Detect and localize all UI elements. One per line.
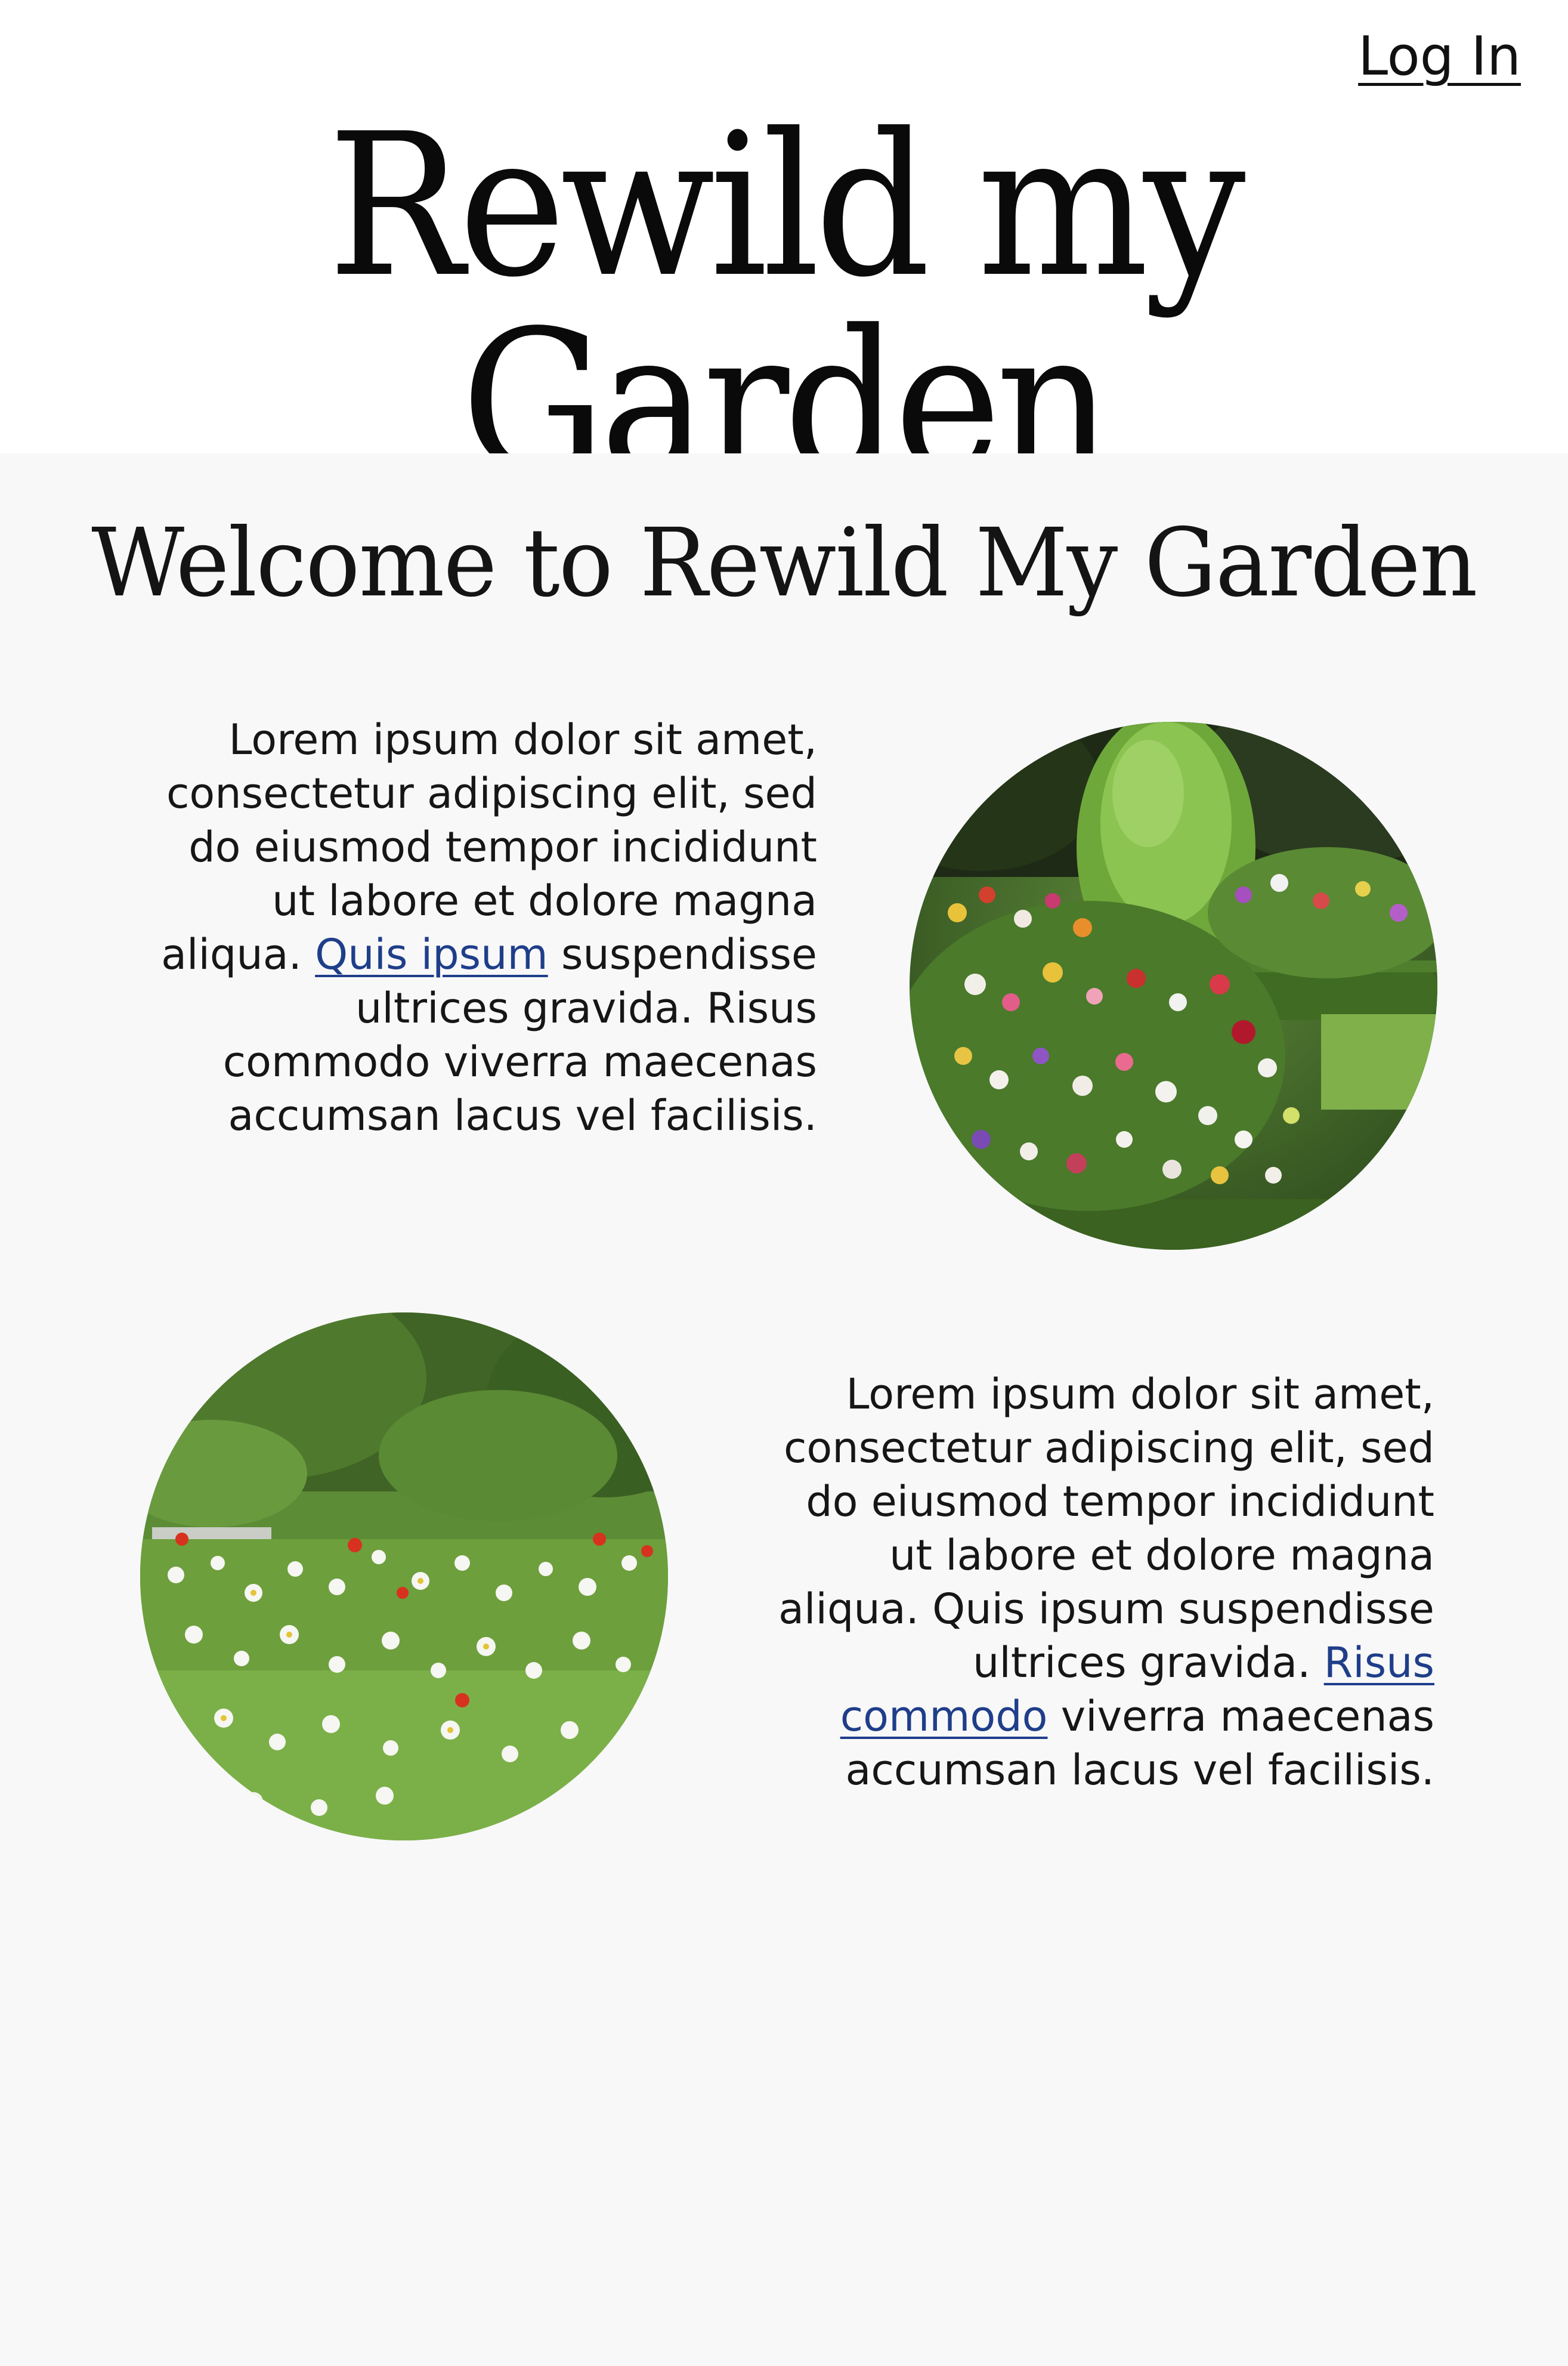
wildflower-meadow-image: [140, 1312, 668, 1840]
site-title: Rewild my Garden: [327, 91, 1246, 517]
intro-paragraph-2: Lorem ipsum dolor sit amet, consectetur …: [754, 1367, 1434, 1797]
wildflower-meadow-photo: [140, 1312, 668, 1840]
flower-border-image: [910, 722, 1437, 1250]
welcome-heading: Welcome to Rewild My Garden: [91, 508, 1477, 618]
flower-border-photo: [910, 722, 1437, 1250]
quis-ipsum-link[interactable]: Quis ipsum: [315, 930, 548, 979]
login-link[interactable]: Log In: [1358, 30, 1521, 84]
main-content: Welcome to Rewild My Garden Lorem ipsum …: [0, 453, 1568, 2366]
intro-paragraph-1: Lorem ipsum dolor sit amet, consectetur …: [137, 713, 817, 1142]
site-header: Log In Rewild my Garden: [0, 0, 1568, 501]
